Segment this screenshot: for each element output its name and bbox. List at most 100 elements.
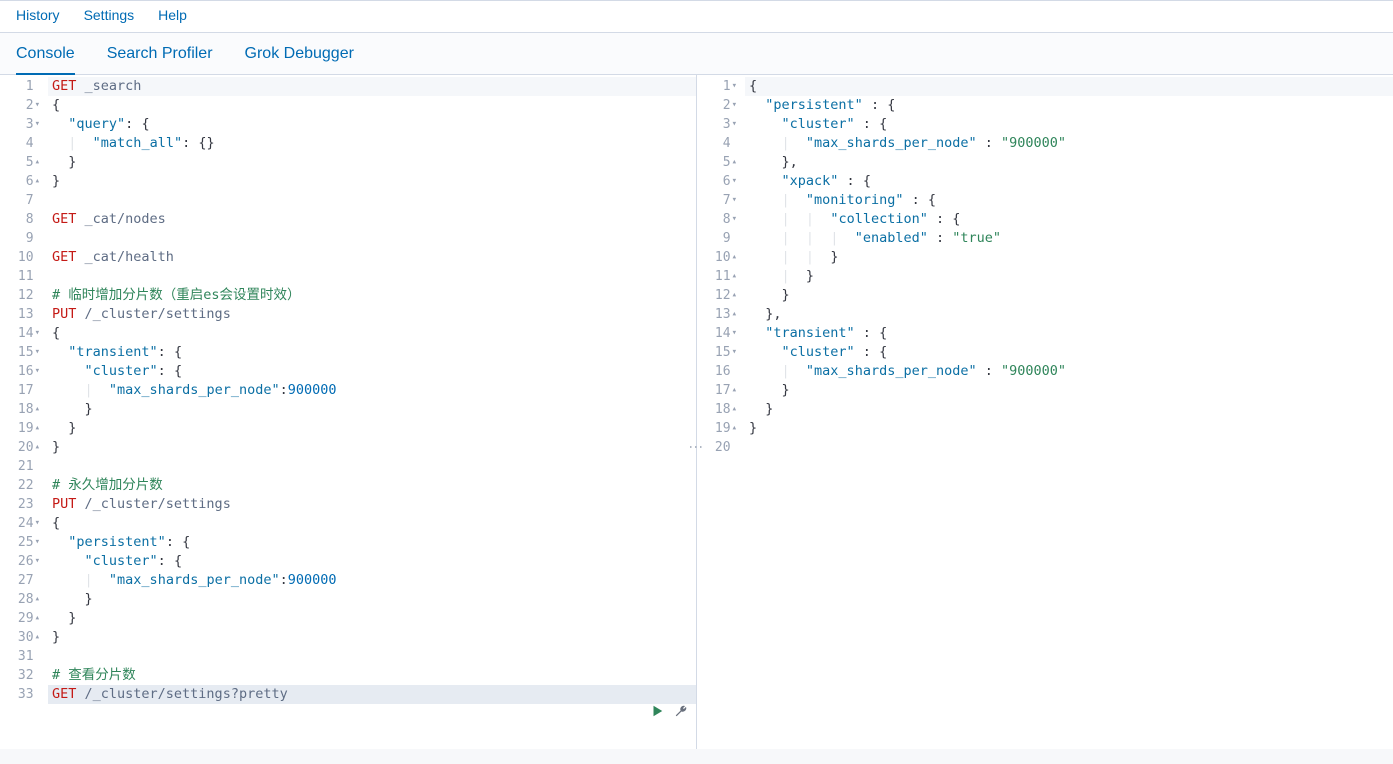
gutter-line: 11: [2, 267, 40, 286]
code-line[interactable]: }: [48, 153, 696, 172]
gutter-line: 3▾: [699, 115, 737, 134]
gutter-line: 7: [2, 191, 40, 210]
code-line[interactable]: GET /_cluster/settings?pretty: [48, 685, 696, 704]
code-line[interactable]: # 查看分片数: [48, 666, 696, 685]
gutter-line: 2▾: [2, 96, 40, 115]
gutter-line: 16▾: [2, 362, 40, 381]
code-line[interactable]: | "max_shards_per_node":900000: [48, 381, 696, 400]
menu-help[interactable]: Help: [158, 7, 187, 26]
code-line: [745, 438, 1393, 457]
gutter-line: 25▾: [2, 533, 40, 552]
code-line[interactable]: | "max_shards_per_node":900000: [48, 571, 696, 590]
tabs-bar: Console Search Profiler Grok Debugger: [0, 33, 1393, 75]
gutter-line: 21: [2, 457, 40, 476]
code-line[interactable]: "cluster": {: [48, 362, 696, 381]
gutter-line: 3▾: [2, 115, 40, 134]
code-line[interactable]: {: [48, 96, 696, 115]
gutter-line: 1: [2, 77, 40, 96]
gutter-line: 5▴: [699, 153, 737, 172]
code-line[interactable]: GET _cat/nodes: [48, 210, 696, 229]
wrench-icon[interactable]: [674, 704, 688, 724]
code-line[interactable]: # 临时增加分片数（重启es会设置时效）: [48, 286, 696, 305]
code-line: },: [745, 305, 1393, 324]
code-line[interactable]: [48, 647, 696, 666]
code-line[interactable]: | "match_all": {}: [48, 134, 696, 153]
code-line: },: [745, 153, 1393, 172]
code-line[interactable]: }: [48, 590, 696, 609]
gutter-line: 8: [2, 210, 40, 229]
gutter-line: 2▾: [699, 96, 737, 115]
gutter-line: 18▴: [699, 400, 737, 419]
code-line: }: [745, 286, 1393, 305]
code-line[interactable]: }: [48, 172, 696, 191]
code-line[interactable]: GET _search: [48, 77, 696, 96]
gutter-line: 6▴: [2, 172, 40, 191]
gutter-line: 15▾: [699, 343, 737, 362]
play-icon[interactable]: [650, 704, 664, 724]
gutter-line: 19▴: [699, 419, 737, 438]
gutter-line: 31: [2, 647, 40, 666]
gutter-line: 8▾: [699, 210, 737, 229]
request-editor-pane: 1 2▾3▾4 5▴6▴7 8 9 10 11 12 13 14▾15▾16▾1…: [0, 75, 697, 749]
code-line[interactable]: }: [48, 628, 696, 647]
code-line[interactable]: PUT /_cluster/settings: [48, 305, 696, 324]
gutter-line: 15▾: [2, 343, 40, 362]
gutter-line: 32: [2, 666, 40, 685]
gutter-line: 13: [2, 305, 40, 324]
code-line: | }: [745, 267, 1393, 286]
code-line[interactable]: [48, 267, 696, 286]
gutter-line: 12: [2, 286, 40, 305]
gutter-line: 4: [699, 134, 737, 153]
code-line: "cluster" : {: [745, 115, 1393, 134]
code-line[interactable]: "query": {: [48, 115, 696, 134]
code-line[interactable]: [48, 229, 696, 248]
tab-profiler[interactable]: Search Profiler: [107, 45, 213, 75]
code-line: | | "collection" : {: [745, 210, 1393, 229]
gutter-line: 23: [2, 495, 40, 514]
gutter-line: 33: [2, 685, 40, 704]
code-line[interactable]: {: [48, 324, 696, 343]
code-line: }: [745, 381, 1393, 400]
code-line: "cluster" : {: [745, 343, 1393, 362]
panes: ⋮ 1 2▾3▾4 5▴6▴7 8 9 10 11 12 13 14▾15▾16…: [0, 75, 1393, 749]
tab-grok[interactable]: Grok Debugger: [245, 45, 354, 75]
request-editor[interactable]: GET _search{ "query": { | "match_all": {…: [48, 75, 696, 749]
code-line[interactable]: [48, 457, 696, 476]
gutter-line: 18▴: [2, 400, 40, 419]
menu-settings[interactable]: Settings: [84, 7, 135, 26]
code-line: "persistent" : {: [745, 96, 1393, 115]
tab-console[interactable]: Console: [16, 45, 75, 75]
code-line[interactable]: "persistent": {: [48, 533, 696, 552]
gutter-line: 30▴: [2, 628, 40, 647]
splitter-handle[interactable]: ⋮: [689, 440, 705, 456]
code-line: {: [745, 77, 1393, 96]
code-line: | | }: [745, 248, 1393, 267]
code-line: }: [745, 400, 1393, 419]
code-line[interactable]: "cluster": {: [48, 552, 696, 571]
code-line[interactable]: }: [48, 609, 696, 628]
gutter-line: 9: [2, 229, 40, 248]
code-line[interactable]: [48, 191, 696, 210]
gutter-line: 17▴: [699, 381, 737, 400]
code-line[interactable]: }: [48, 438, 696, 457]
gutter-line: 1▾: [699, 77, 737, 96]
gutter-line: 17: [2, 381, 40, 400]
code-line[interactable]: GET _cat/health: [48, 248, 696, 267]
code-line[interactable]: "transient": {: [48, 343, 696, 362]
code-line[interactable]: {: [48, 514, 696, 533]
menu-bar: History Settings Help: [0, 1, 1393, 33]
gutter-line: 27: [2, 571, 40, 590]
code-line[interactable]: }: [48, 419, 696, 438]
gutter-line: 16: [699, 362, 737, 381]
code-line: }: [745, 419, 1393, 438]
gutter-line: 10: [2, 248, 40, 267]
code-line[interactable]: # 永久增加分片数: [48, 476, 696, 495]
gutter-line: 26▾: [2, 552, 40, 571]
code-line[interactable]: PUT /_cluster/settings: [48, 495, 696, 514]
code-line[interactable]: }: [48, 400, 696, 419]
menu-history[interactable]: History: [16, 7, 60, 26]
code-line: | "monitoring" : {: [745, 191, 1393, 210]
gutter-line: 20: [699, 438, 737, 457]
gutter-line: 22: [2, 476, 40, 495]
gutter-line: 11▴: [699, 267, 737, 286]
